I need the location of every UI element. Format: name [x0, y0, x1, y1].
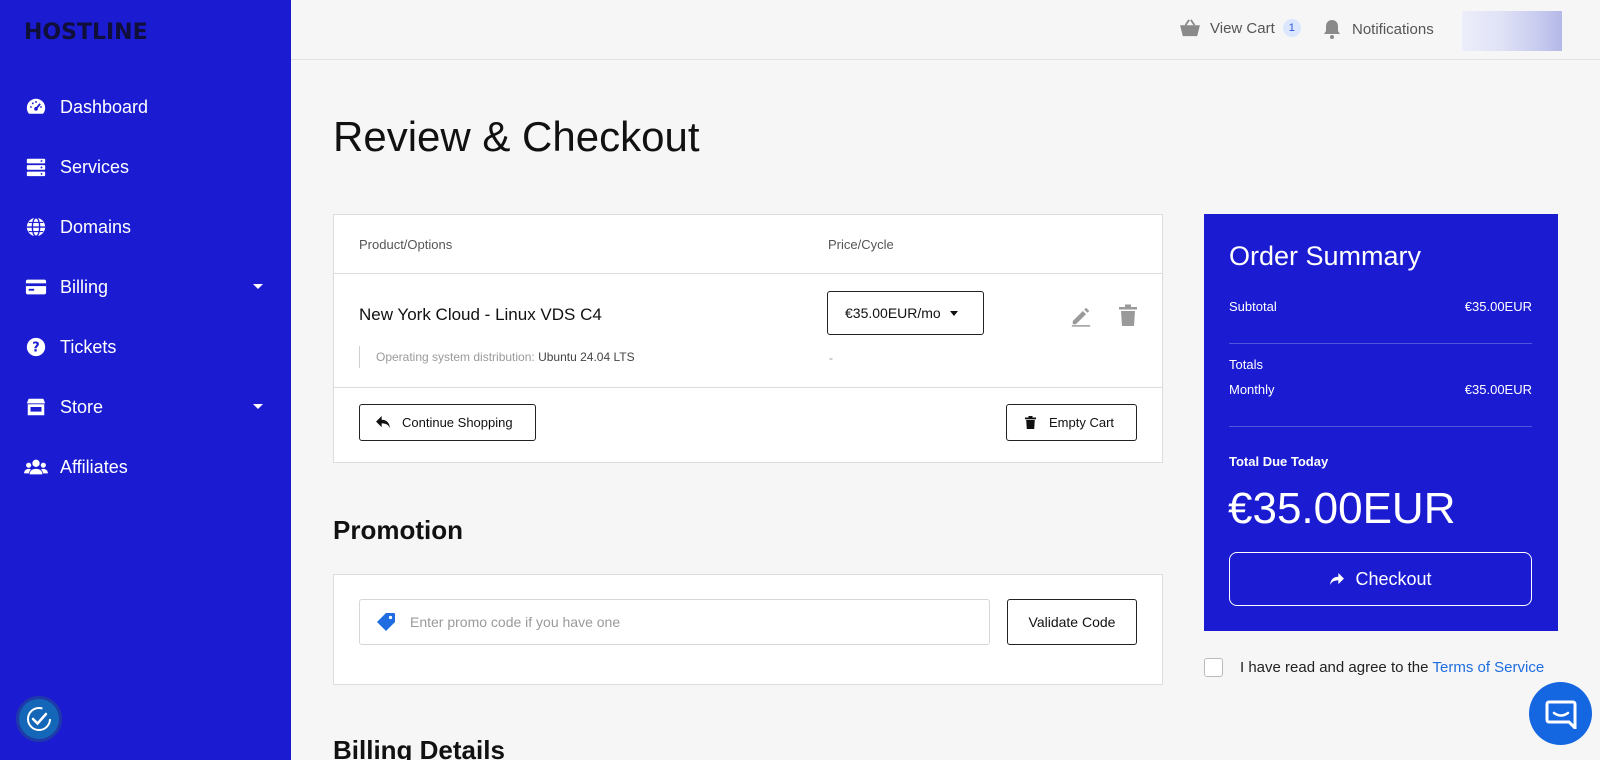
- question-circle-icon: ?: [24, 335, 48, 359]
- chevron-down-icon: [949, 310, 958, 316]
- totals-label: Totals: [1229, 357, 1263, 372]
- total-due-amount: €35.00EUR: [1228, 484, 1456, 533]
- reply-arrow-icon: [376, 416, 390, 429]
- users-icon: [24, 455, 48, 479]
- sidebar-item-label: Billing: [60, 276, 109, 297]
- promotion-heading: Promotion: [333, 515, 463, 545]
- trash-icon[interactable]: [1118, 304, 1138, 326]
- totals-row: Totals: [1229, 357, 1532, 372]
- terms-text: I have read and agree to the: [1240, 659, 1429, 676]
- terms-agreement: I have read and agree to the Terms of Se…: [1204, 658, 1544, 677]
- cart-table: Product/Options Price/Cycle New York Clo…: [333, 214, 1163, 463]
- product-name: New York Cloud - Linux VDS C4: [359, 305, 602, 324]
- sidebar-item-affiliates[interactable]: Affiliates: [0, 437, 291, 497]
- column-header-product: Product/Options: [359, 237, 453, 252]
- billing-cycle-value: €35.00EUR/mo: [845, 305, 941, 321]
- brand-logo[interactable]: HOSTLINE: [24, 20, 148, 45]
- monthly-row: Monthly €35.00EUR: [1229, 382, 1532, 397]
- sidebar-item-tickets[interactable]: ? Tickets: [0, 317, 291, 377]
- bell-icon: [1324, 20, 1340, 39]
- subtotal-label: Subtotal: [1229, 299, 1277, 314]
- terms-checkbox[interactable]: [1204, 658, 1223, 677]
- continue-shopping-button[interactable]: Continue Shopping: [359, 404, 536, 441]
- chevron-down-icon: [253, 284, 263, 289]
- notifications-button[interactable]: Notifications: [1323, 19, 1434, 39]
- checkout-button[interactable]: Checkout: [1229, 552, 1532, 606]
- sidebar-item-label: Affiliates: [60, 456, 128, 477]
- edit-icon[interactable]: [1070, 305, 1092, 327]
- subtotal-value: €35.00EUR: [1464, 299, 1532, 314]
- continue-shopping-label: Continue Shopping: [402, 415, 513, 430]
- setup-fee: -: [829, 351, 833, 365]
- share-arrow-icon: [1330, 572, 1345, 585]
- sidebar-item-store[interactable]: Store: [0, 377, 291, 437]
- promo-code-input[interactable]: [410, 614, 970, 630]
- sidebar-item-label: Services: [60, 156, 130, 177]
- globe-icon: [24, 215, 48, 239]
- subtotal-row: Subtotal €35.00EUR: [1229, 299, 1532, 314]
- tag-icon: [377, 613, 395, 631]
- sidebar-item-billing[interactable]: Billing: [0, 257, 291, 317]
- option-label: Operating system distribution:: [376, 350, 535, 364]
- accessibility-icon: [27, 707, 51, 731]
- monthly-value: €35.00EUR: [1464, 382, 1532, 397]
- user-avatar[interactable]: [1462, 11, 1562, 51]
- view-cart-label: View Cart: [1210, 19, 1275, 37]
- sidebar: HOSTLINE Dashboard Services Domains Bill…: [0, 0, 291, 760]
- sidebar-item-services[interactable]: Services: [0, 137, 291, 197]
- order-summary-title: Order Summary: [1229, 241, 1422, 271]
- chat-bubble-icon: [1545, 700, 1576, 729]
- accessibility-button[interactable]: [16, 696, 62, 742]
- total-due-label: Total Due Today: [1229, 454, 1329, 469]
- dashboard-gauge-icon: [24, 95, 48, 119]
- order-summary: Order Summary Subtotal €35.00EUR Totals …: [1204, 214, 1558, 631]
- sidebar-item-dashboard[interactable]: Dashboard: [0, 77, 291, 137]
- live-chat-button[interactable]: [1529, 682, 1592, 745]
- server-icon: [24, 155, 48, 179]
- view-cart-button[interactable]: View Cart 1: [1179, 19, 1301, 37]
- sidebar-item-label: Store: [60, 396, 104, 417]
- sidebar-nav: Dashboard Services Domains Billing ? Tic…: [0, 77, 291, 497]
- notifications-label: Notifications: [1352, 20, 1434, 38]
- billing-cycle-select[interactable]: €35.00EUR/mo: [827, 291, 984, 335]
- sidebar-item-label: Domains: [60, 216, 132, 237]
- terms-of-service-link[interactable]: Terms of Service: [1432, 659, 1544, 676]
- sidebar-item-domains[interactable]: Domains: [0, 197, 291, 257]
- product-option: Operating system distribution: Ubuntu 24…: [359, 346, 635, 368]
- promotion-card: Validate Code: [333, 574, 1163, 685]
- page-title: Review & Checkout: [333, 113, 700, 160]
- trash-icon: [1025, 416, 1036, 429]
- sidebar-item-label: Tickets: [60, 336, 117, 357]
- chevron-down-icon: [253, 404, 263, 409]
- divider: [1229, 343, 1532, 344]
- divider: [1229, 426, 1532, 427]
- credit-card-icon: [24, 275, 48, 299]
- checkout-label: Checkout: [1355, 568, 1432, 589]
- basket-icon: [1180, 19, 1200, 37]
- divider: [334, 273, 1162, 274]
- sidebar-item-label: Dashboard: [60, 96, 149, 117]
- validate-code-button[interactable]: Validate Code: [1007, 599, 1137, 645]
- billing-details-heading: Billing Details: [333, 735, 505, 760]
- svg-text:?: ?: [32, 341, 39, 356]
- empty-cart-label: Empty Cart: [1049, 415, 1115, 430]
- empty-cart-button[interactable]: Empty Cart: [1006, 404, 1137, 441]
- column-header-price: Price/Cycle: [828, 237, 894, 252]
- cart-count-badge: 1: [1282, 19, 1301, 37]
- store-icon: [24, 395, 48, 419]
- option-value: Ubuntu 24.04 LTS: [538, 350, 635, 364]
- divider: [334, 387, 1162, 388]
- topbar: View Cart 1 Notifications: [291, 0, 1600, 60]
- monthly-label: Monthly: [1229, 382, 1275, 397]
- promo-code-field[interactable]: [359, 599, 990, 645]
